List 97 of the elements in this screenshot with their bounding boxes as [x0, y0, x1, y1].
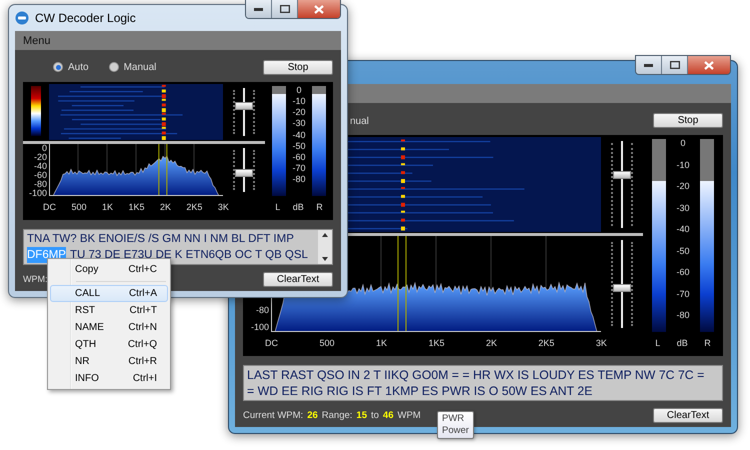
axis-label: 1K: [376, 338, 387, 348]
minimize-icon: [254, 8, 263, 10]
maximize-button[interactable]: [272, 0, 298, 18]
app-icon: [15, 11, 29, 25]
close-icon: [704, 60, 714, 70]
scale-label: -70: [676, 290, 690, 298]
decoded-text: TU 73 DE E73U DE K ETN6QB OC T QB QSL: [70, 248, 308, 263]
radio-label: nual: [350, 116, 369, 127]
meter-label: L: [275, 202, 280, 212]
meter-label: R: [704, 338, 711, 348]
axis-label: -60: [34, 171, 47, 180]
clear-text-button[interactable]: ClearText: [653, 408, 723, 422]
status-value: 46: [382, 410, 394, 420]
axis-label: -100: [250, 323, 269, 332]
axis-label: 500: [319, 338, 334, 348]
maximize-icon: [670, 61, 680, 69]
axis-label: 2K5: [538, 338, 554, 348]
stop-button[interactable]: Stop: [263, 60, 333, 74]
slider-thumb[interactable]: [613, 284, 631, 292]
color-scale-bar: [31, 86, 41, 136]
down-arrow-icon: [322, 257, 328, 261]
scale-label: -60: [292, 152, 306, 162]
menu-item[interactable]: QTH Ctrl+Q: [50, 336, 168, 353]
scale-label: dB: [676, 338, 688, 348]
scale-label: -50: [676, 246, 690, 256]
axis-label: 3K: [596, 338, 607, 348]
slider-thumb[interactable]: [235, 102, 253, 110]
maximize-icon: [280, 5, 290, 13]
decoded-text: LAST RAST QSO IN 2 T IIKQ GO0M = = HR WX IS LOUDY ES TEMP NW 7C 7C =: [247, 367, 704, 383]
decoded-text: = WD EE RIG RIG IS FT 1KMP ES PWR IS O 50W ES ANT 2E: [247, 383, 592, 399]
axis-label: -40: [34, 162, 47, 171]
scale-label: 0: [680, 139, 686, 148]
stop-button[interactable]: Stop: [653, 112, 723, 128]
meter-label: R: [316, 202, 323, 212]
scrollbar[interactable]: [318, 230, 332, 264]
menu-item[interactable]: NR Ctrl+R: [50, 353, 168, 370]
axis-label: 1K5: [428, 338, 444, 348]
scale-label: -30: [292, 119, 306, 128]
minimize-button[interactable]: [246, 0, 272, 18]
status-label: to: [370, 410, 379, 420]
scale-label: -30: [676, 204, 690, 212]
menu-item[interactable]: RST Ctrl+T: [50, 302, 168, 319]
scale-label: -80: [292, 175, 306, 184]
scale-label: -40: [676, 225, 690, 234]
menu-item[interactable]: CALL Ctrl+A: [50, 285, 168, 302]
close-button[interactable]: [688, 56, 730, 74]
status-value: 15: [356, 410, 367, 420]
tooltip: PWR Power: [437, 411, 474, 439]
scale-label: -80: [676, 311, 690, 320]
scale-label: -60: [676, 268, 690, 277]
slider-thumb[interactable]: [235, 168, 253, 177]
close-icon: [314, 4, 324, 14]
decoded-text: TNA TW? BK ENOIE/S /S GM NN I NM BL DFT IMP: [27, 232, 294, 247]
status-value: 26: [307, 410, 318, 420]
scale-label: -10: [292, 97, 306, 106]
axis-label: DC: [43, 202, 56, 212]
scale-label: -20: [676, 182, 690, 191]
slider-thumb[interactable]: [613, 171, 631, 179]
maximize-button[interactable]: [662, 56, 688, 74]
axis-label: -20: [34, 153, 47, 162]
status-label: Current WPM:: [243, 410, 304, 420]
radio-option[interactable]: Manual: [108, 62, 156, 72]
scale-label: -10: [676, 160, 690, 170]
axis-label: 1K5: [128, 202, 144, 212]
axis-label: 2K: [160, 202, 171, 212]
scale-label: 0: [296, 86, 302, 95]
axis-label: DC: [265, 338, 278, 348]
minimize-button[interactable]: [636, 56, 662, 74]
axis-label: -80: [34, 180, 47, 189]
axis-label: -100: [28, 189, 47, 198]
axis-label: -80: [256, 306, 269, 315]
axis-label: 1K: [102, 202, 113, 212]
scale-label: -50: [292, 142, 306, 151]
menu-item[interactable]: NAME Ctrl+N: [50, 319, 168, 336]
minimize-icon: [644, 64, 653, 66]
status-label: Range:: [322, 410, 352, 420]
scale-label: dB: [292, 202, 304, 212]
status-label: WPM: [398, 410, 421, 420]
axis-label: 3K: [218, 202, 229, 212]
status-label: WPM:: [23, 274, 48, 284]
close-button[interactable]: [298, 0, 340, 18]
decoded-text-box[interactable]: LAST RAST QSO IN 2 T IIKQ GO0M = = HR WX IS LOUDY ES TEMP NW 7C 7C = = WD EE RIG RIG IS FT 1KMP ES PWR IS O 50W ES ANT 2E: [243, 365, 723, 401]
decoded-text-box[interactable]: TNA TW? BK ENOIE/S /S GM NN I NM BL DFT IMP DF6MP TU 73 DE E73U DE K ETN6QB OC T QB QSL: [23, 229, 333, 265]
menu-item[interactable]: Menu: [23, 34, 51, 46]
axis-label: 2K5: [186, 202, 202, 212]
axis-label: 2K: [486, 338, 497, 348]
up-arrow-icon: [322, 233, 328, 237]
axis-label: 0: [42, 144, 47, 153]
window-title: CW Decoder Logic: [35, 11, 136, 25]
scale-label: -70: [292, 164, 306, 173]
radio-option[interactable]: Auto: [53, 62, 89, 72]
scale-label: -20: [292, 108, 306, 118]
meter-label: L: [655, 338, 660, 348]
menu-item[interactable]: INFO Ctrl+I: [50, 370, 168, 387]
axis-label: 500: [71, 202, 86, 212]
clear-text-button[interactable]: ClearText: [263, 272, 333, 286]
scale-label: -40: [292, 130, 306, 140]
